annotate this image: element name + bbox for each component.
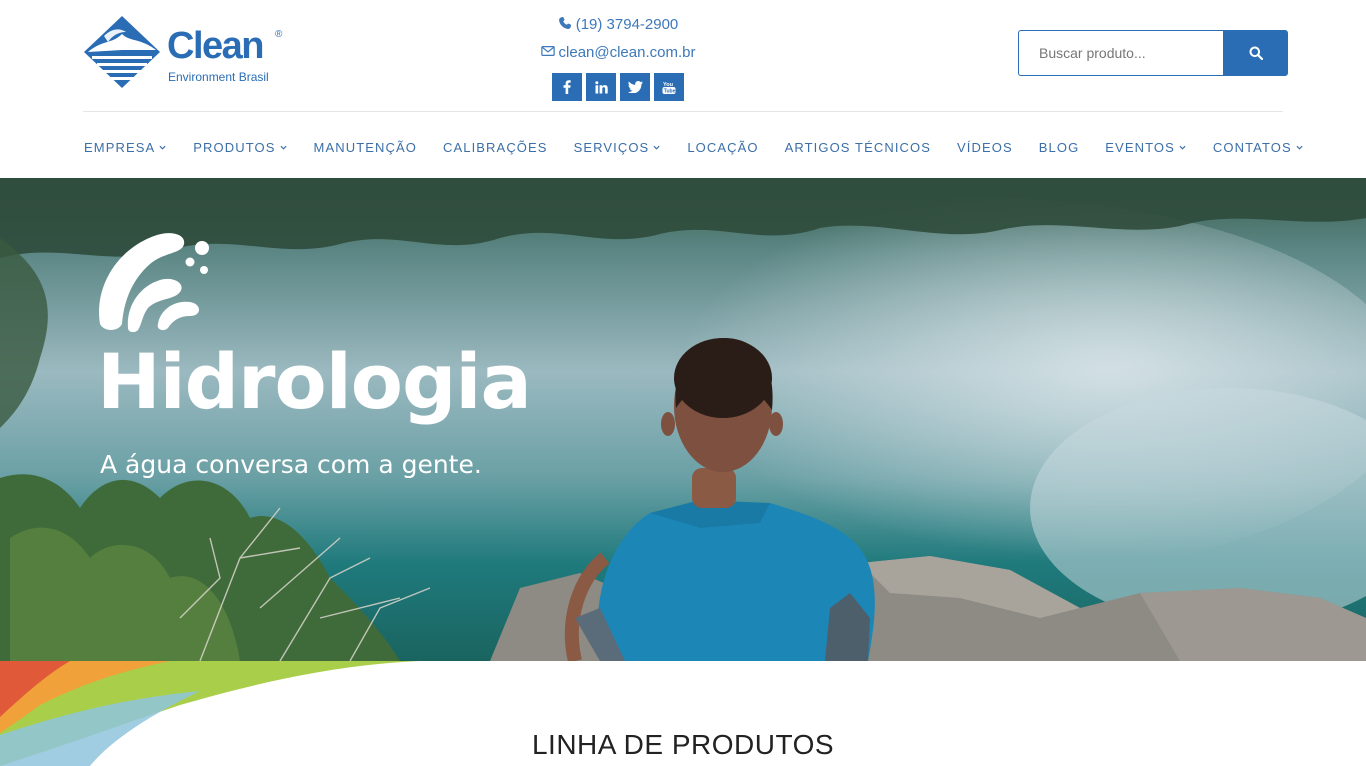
envelope-icon xyxy=(540,46,555,56)
nav-item-contatos[interactable]: CONTATOS xyxy=(1213,141,1303,154)
product-search xyxy=(1018,30,1288,76)
nav-item-vídeos[interactable]: VÍDEOS xyxy=(957,141,1013,154)
nav-item-label: EVENTOS xyxy=(1105,139,1175,155)
contact-phone[interactable]: (19) 3794-2900 xyxy=(500,16,736,32)
nav-item-label: CALIBRAÇÕES xyxy=(442,139,548,155)
social-links: You Tube xyxy=(552,73,684,101)
search-icon xyxy=(1249,46,1263,60)
chevron-down-icon xyxy=(1179,145,1186,150)
nav-item-calibrações[interactable]: CALIBRAÇÕES xyxy=(443,141,548,154)
brand-name: Clean xyxy=(167,25,264,67)
nav-item-label: CONTATOS xyxy=(1212,139,1292,155)
nav-item-serviços[interactable]: SERVIÇOS xyxy=(574,141,661,154)
svg-text:Tube: Tube xyxy=(664,88,676,94)
nav-item-label: PRODUTOS xyxy=(193,139,276,155)
facebook-button[interactable] xyxy=(552,73,582,101)
facebook-icon xyxy=(563,80,571,94)
search-input[interactable] xyxy=(1018,30,1223,76)
nav-item-artigos-técnicos[interactable]: ARTIGOS TÉCNICOS xyxy=(785,141,931,154)
twitter-button[interactable] xyxy=(620,73,650,101)
nav-item-label: SERVIÇOS xyxy=(573,139,650,155)
nav-item-label: MANUTENÇÃO xyxy=(313,139,417,155)
brand-tagline: Environment Brasil xyxy=(168,70,269,84)
clean-logo-diamond-icon xyxy=(84,16,160,88)
contact-phone-text: (19) 3794-2900 xyxy=(575,16,679,33)
nav-item-eventos[interactable]: EVENTOS xyxy=(1105,141,1186,154)
twitter-icon xyxy=(627,81,643,93)
header-divider xyxy=(83,111,1283,112)
linkedin-icon xyxy=(594,80,608,93)
search-button[interactable] xyxy=(1223,30,1288,76)
nav-item-empresa[interactable]: EMPRESA xyxy=(84,141,166,154)
nav-item-label: ARTIGOS TÉCNICOS xyxy=(784,139,932,155)
contact-email[interactable]: clean@clean.com.br xyxy=(500,44,736,60)
nav-item-manutenção[interactable]: MANUTENÇÃO xyxy=(314,141,417,154)
nav-item-produtos[interactable]: PRODUTOS xyxy=(193,139,287,155)
hero-title: Hidrologia xyxy=(97,337,532,426)
registered-mark: ® xyxy=(275,29,283,40)
youtube-button[interactable]: You Tube xyxy=(654,73,684,101)
chevron-down-icon xyxy=(653,145,660,150)
water-splash-icon xyxy=(99,233,209,332)
chevron-down-icon xyxy=(1296,145,1303,150)
nav-item-label: EMPRESA xyxy=(84,139,156,155)
nav-item-blog[interactable]: BLOG xyxy=(1039,141,1080,154)
nav-item-label: VÍDEOS xyxy=(957,139,1013,155)
contact-email-text: clean@clean.com.br xyxy=(558,44,696,61)
nav-item-label: LOCAÇÃO xyxy=(687,139,759,155)
youtube-icon: YouTube xyxy=(662,82,676,94)
brand-logo[interactable]: Clean ® Environment Brasil xyxy=(82,14,292,90)
phone-icon xyxy=(558,16,571,29)
section-title: LINHA DE PRODUTOS xyxy=(531,729,835,760)
chevron-down-icon xyxy=(159,145,166,150)
hero-subtitle: A água conversa com a gente. xyxy=(100,450,482,479)
nav-item-label: BLOG xyxy=(1038,139,1080,155)
nav-item-locação[interactable]: LOCAÇÃO xyxy=(687,141,758,154)
chevron-down-icon xyxy=(280,145,287,150)
linkedin-button[interactable] xyxy=(586,73,616,101)
main-nav: EMPRESA PRODUTOS MANUTENÇÃO CALIBRAÇÕES SERV… xyxy=(84,137,1303,157)
